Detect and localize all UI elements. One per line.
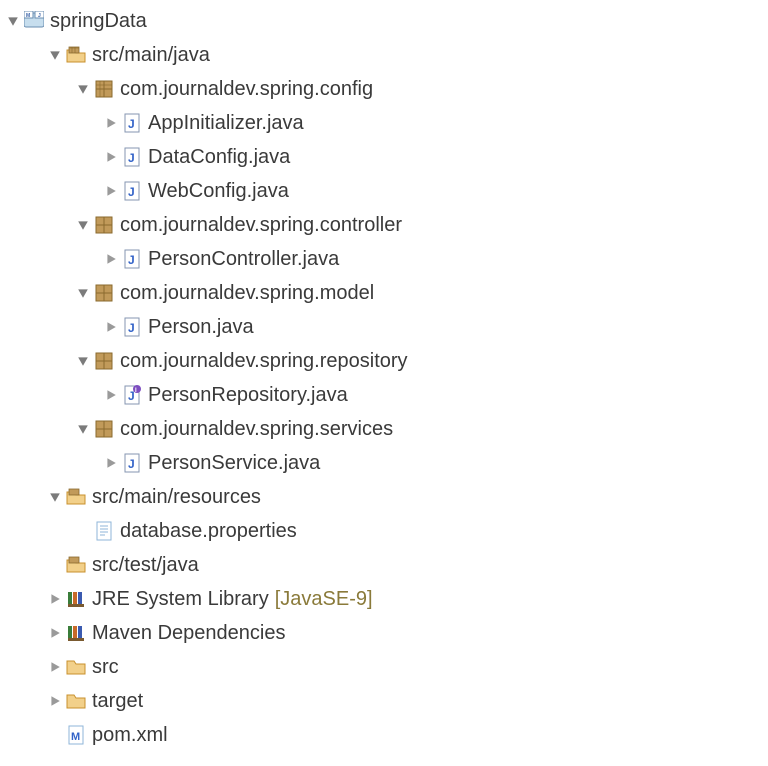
disclosure-right-icon[interactable] [48,592,62,606]
tree-row-java-file[interactable]: J AppInitializer.java [0,106,768,140]
disclosure-down-icon[interactable] [76,286,90,300]
tree-row-properties-file[interactable]: database.properties [0,514,768,548]
text-file-icon [94,521,114,541]
folder-label: target [92,691,143,711]
java-file-icon: J [122,147,142,167]
tree-row-package-repository[interactable]: com.journaldev.spring.repository [0,344,768,378]
tree-row-java-interface-file[interactable]: J I PersonRepository.java [0,378,768,412]
disclosure-right-icon[interactable] [104,116,118,130]
disclosure-right-icon[interactable] [104,252,118,266]
source-folder-icon [66,487,86,507]
tree-row-java-file[interactable]: J PersonController.java [0,242,768,276]
disclosure-right-icon[interactable] [48,694,62,708]
java-file-icon: J [122,113,142,133]
disclosure-down-icon[interactable] [76,218,90,232]
tree-row-java-file[interactable]: J DataConfig.java [0,140,768,174]
tree-row-folder-target[interactable]: target [0,684,768,718]
java-file-icon: J [122,453,142,473]
folder-icon [66,657,86,677]
source-folder-icon [66,45,86,65]
tree-row-src-main-resources[interactable]: src/main/resources [0,480,768,514]
svg-text:J: J [128,185,135,199]
tree-row-java-file[interactable]: J Person.java [0,310,768,344]
package-label: com.journaldev.spring.services [120,419,393,439]
java-interface-file-icon: J I [122,385,142,405]
file-label: database.properties [120,521,297,541]
folder-label: src/main/java [92,45,210,65]
svg-text:J: J [128,117,135,131]
package-icon [94,419,114,439]
disclosure-right-icon[interactable] [104,320,118,334]
library-icon [66,623,86,643]
project-label: springData [50,11,147,31]
file-label: PersonService.java [148,453,320,473]
disclosure-right-icon[interactable] [48,660,62,674]
disclosure-right-icon[interactable] [48,626,62,640]
folder-label: src/main/resources [92,487,261,507]
library-label: JRE System Library [92,589,269,609]
folder-label: src/test/java [92,555,199,575]
disclosure-right-icon[interactable] [104,184,118,198]
svg-text:M: M [71,731,80,743]
svg-text:M: M [26,13,30,19]
disclosure-down-icon[interactable] [76,82,90,96]
tree-row-src-main-java[interactable]: src/main/java [0,38,768,72]
svg-text:J: J [128,321,135,335]
file-label: PersonController.java [148,249,339,269]
file-label: pom.xml [92,725,168,745]
library-icon [66,589,86,609]
tree-row-package-model[interactable]: com.journaldev.spring.model [0,276,768,310]
tree-row-maven-dependencies[interactable]: Maven Dependencies [0,616,768,650]
disclosure-right-icon[interactable] [104,150,118,164]
tree-row-java-file[interactable]: J PersonService.java [0,446,768,480]
disclosure-down-icon[interactable] [48,48,62,62]
tree-row-package-controller[interactable]: com.journaldev.spring.controller [0,208,768,242]
svg-text:J: J [128,151,135,165]
package-label: com.journaldev.spring.controller [120,215,402,235]
disclosure-down-icon[interactable] [48,490,62,504]
file-label: DataConfig.java [148,147,290,167]
package-icon [94,351,114,371]
folder-icon [66,691,86,711]
folder-label: src [92,657,119,677]
library-decor: [JavaSE-9] [275,589,373,609]
tree-row-pom-xml[interactable]: M pom.xml [0,718,768,752]
tree-row-java-file[interactable]: J WebConfig.java [0,174,768,208]
tree-row-src-test-java[interactable]: src/test/java [0,548,768,582]
disclosure-right-icon[interactable] [104,388,118,402]
disclosure-down-icon[interactable] [76,354,90,368]
maven-file-icon: M [66,725,86,745]
package-icon [94,215,114,235]
package-icon [94,79,114,99]
disclosure-down-icon[interactable] [6,14,20,28]
package-label: com.journaldev.spring.repository [120,351,408,371]
disclosure-right-icon[interactable] [104,456,118,470]
disclosure-down-icon[interactable] [76,422,90,436]
svg-text:J: J [128,457,135,471]
tree-row-package-services[interactable]: com.journaldev.spring.services [0,412,768,446]
java-file-icon: J [122,249,142,269]
file-label: WebConfig.java [148,181,289,201]
tree-row-jre-library[interactable]: JRE System Library [JavaSE-9] [0,582,768,616]
file-label: PersonRepository.java [148,385,348,405]
package-icon [94,283,114,303]
package-label: com.journaldev.spring.model [120,283,374,303]
tree-row-project[interactable]: M J springData [0,4,768,38]
tree-row-package-config[interactable]: com.journaldev.spring.config [0,72,768,106]
package-label: com.journaldev.spring.config [120,79,373,99]
library-label: Maven Dependencies [92,623,285,643]
file-label: Person.java [148,317,254,337]
file-label: AppInitializer.java [148,113,304,133]
java-file-icon: J [122,181,142,201]
maven-project-icon: M J [24,11,44,31]
tree-row-folder-src[interactable]: src [0,650,768,684]
svg-text:J: J [38,13,41,19]
java-file-icon: J [122,317,142,337]
svg-text:J: J [128,253,135,267]
source-folder-icon [66,555,86,575]
